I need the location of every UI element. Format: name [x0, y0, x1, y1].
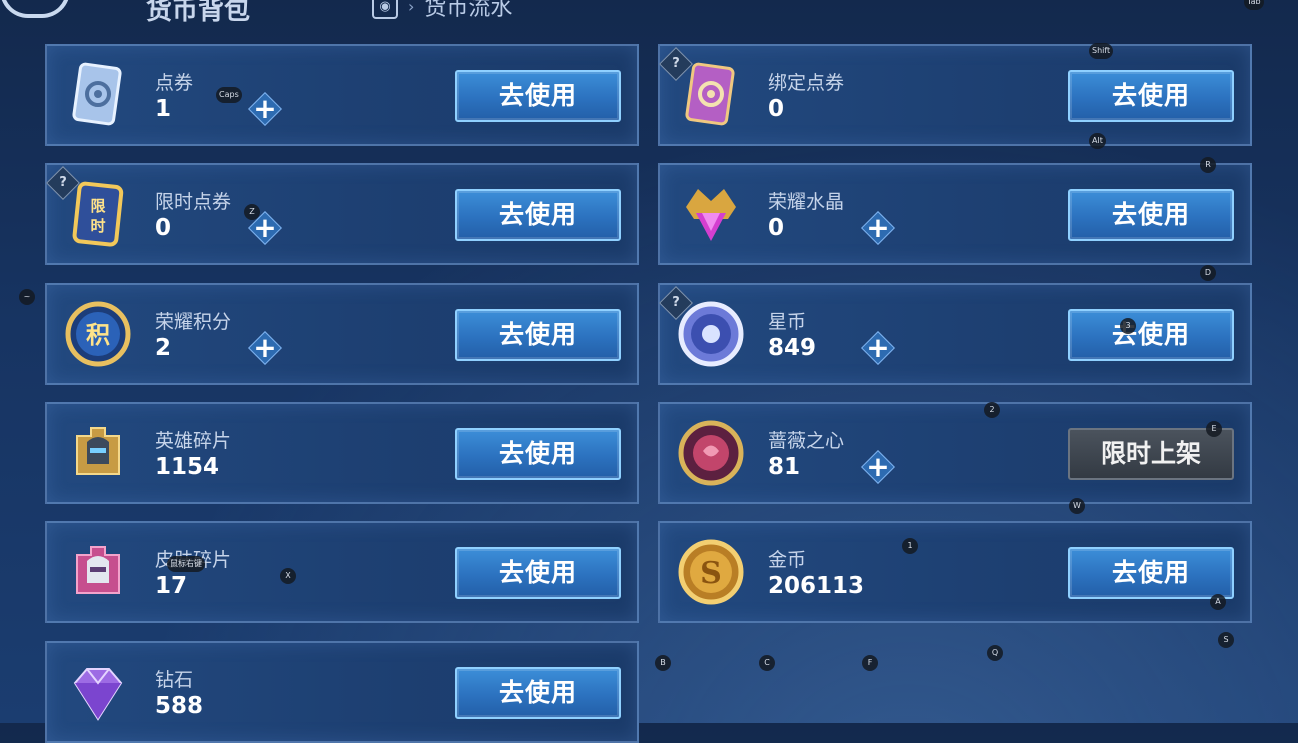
- currency-card: 蔷薇之心81限时上架: [658, 402, 1252, 504]
- use-button[interactable]: 去使用: [455, 309, 621, 361]
- currency-card: 限时?限时点券0去使用: [45, 163, 639, 265]
- currency-name: 钻石: [155, 669, 194, 691]
- currency-count: 849: [768, 335, 817, 361]
- use-button[interactable]: 去使用: [1068, 70, 1234, 122]
- currency-count: 81: [768, 454, 801, 480]
- gold-coin-icon: S: [676, 537, 746, 607]
- ticket-icon: ◉: [372, 0, 398, 19]
- currency-card: 积 荣耀积分2 去使用: [45, 283, 639, 385]
- key-hint: A: [1210, 594, 1226, 610]
- currency-card: 点券1 去使用: [45, 44, 639, 146]
- key-hint: E: [1206, 421, 1222, 437]
- key-hint: C: [759, 655, 775, 671]
- currency-card: 英雄碎片 1154 去使用: [45, 402, 639, 504]
- currency-count: 0: [768, 215, 785, 241]
- hero-fragment-icon: [63, 418, 133, 488]
- key-hint: R: [1200, 157, 1216, 173]
- use-button[interactable]: 去使用: [1068, 309, 1234, 361]
- chevron-right-icon: ›: [408, 0, 415, 16]
- currency-name: 限时点券: [155, 191, 232, 213]
- key-hint: F: [862, 655, 878, 671]
- currency-name: 荣耀水晶: [768, 191, 845, 213]
- currency-name: 点券: [155, 72, 194, 94]
- key-hint: 鼠标右键: [167, 556, 205, 572]
- currency-count: 0: [155, 215, 172, 241]
- currency-card: ?星币849去使用: [658, 283, 1252, 385]
- key-hint: Tab: [1244, 0, 1264, 10]
- use-button[interactable]: 去使用: [1068, 189, 1234, 241]
- svg-text:限: 限: [90, 197, 105, 215]
- svg-text:时: 时: [90, 217, 105, 235]
- currency-card: S 金币 206113 去使用: [658, 521, 1252, 623]
- key-hint: Z: [244, 204, 260, 220]
- currency-name: 绑定点券: [768, 72, 845, 94]
- currency-card: 钻石 588 去使用: [45, 641, 639, 743]
- use-button[interactable]: 去使用: [1068, 547, 1234, 599]
- key-hint: W: [1069, 498, 1085, 514]
- currency-name: 英雄碎片: [155, 430, 232, 452]
- use-button[interactable]: 去使用: [455, 667, 621, 719]
- use-button[interactable]: 去使用: [455, 547, 621, 599]
- key-hint: S: [1218, 632, 1234, 648]
- rose-heart-icon: [676, 418, 746, 488]
- currency-name: 金币: [768, 549, 807, 571]
- diamond-icon: [63, 657, 133, 727]
- add-currency-button[interactable]: [863, 210, 893, 246]
- svg-text:积: 积: [86, 321, 110, 349]
- currency-name: 荣耀积分: [155, 311, 232, 333]
- key-hint: Q: [987, 645, 1003, 661]
- currency-name: 蔷薇之心: [768, 430, 845, 452]
- key-hint: Caps: [216, 87, 242, 103]
- header: 货币背包 ◉ › 货币流水: [0, 0, 1298, 40]
- currency-card: 皮肤碎片17去使用: [45, 521, 639, 623]
- key-hint: 3: [1120, 318, 1136, 334]
- currency-card: 荣耀水晶0 去使用: [658, 163, 1252, 265]
- currency-count: 1: [155, 96, 172, 122]
- skin-fragment-icon: [63, 537, 133, 607]
- currency-count: 17: [155, 573, 188, 599]
- points-icon: 积: [63, 299, 133, 369]
- svg-text:S: S: [700, 556, 722, 591]
- add-currency-button[interactable]: [250, 91, 280, 127]
- page-title: 货币背包: [146, 0, 251, 26]
- currency-name: 星币: [768, 311, 807, 333]
- use-button[interactable]: 去使用: [455, 428, 621, 480]
- ticket-icon: [63, 60, 133, 130]
- key-hint: ~: [19, 289, 35, 305]
- currency-count: 0: [768, 96, 785, 122]
- key-hint: Shift: [1089, 43, 1114, 59]
- add-currency-button[interactable]: [863, 330, 893, 366]
- key-hint: D: [1200, 265, 1216, 281]
- key-hint: B: [655, 655, 671, 671]
- currency-count: 2: [155, 335, 172, 361]
- use-button[interactable]: 去使用: [455, 189, 621, 241]
- key-hint: 2: [984, 402, 1000, 418]
- currency-count: 588: [155, 693, 204, 719]
- currency-card: ? 绑定点券 0 去使用: [658, 44, 1252, 146]
- currency-flow-tab[interactable]: ◉ › 货币流水: [372, 0, 512, 22]
- key-hint: 1: [902, 538, 918, 554]
- currency-count: 206113: [768, 573, 865, 599]
- add-currency-button[interactable]: [250, 330, 280, 366]
- currency-flow-label: 货币流水: [424, 0, 513, 21]
- add-currency-button[interactable]: [863, 449, 893, 485]
- key-hint: X: [280, 568, 296, 584]
- back-logo-icon[interactable]: [0, 0, 70, 18]
- use-button[interactable]: 去使用: [455, 70, 621, 122]
- currency-count: 1154: [155, 454, 220, 480]
- crystal-icon: [676, 179, 746, 249]
- key-hint: Alt: [1089, 133, 1106, 149]
